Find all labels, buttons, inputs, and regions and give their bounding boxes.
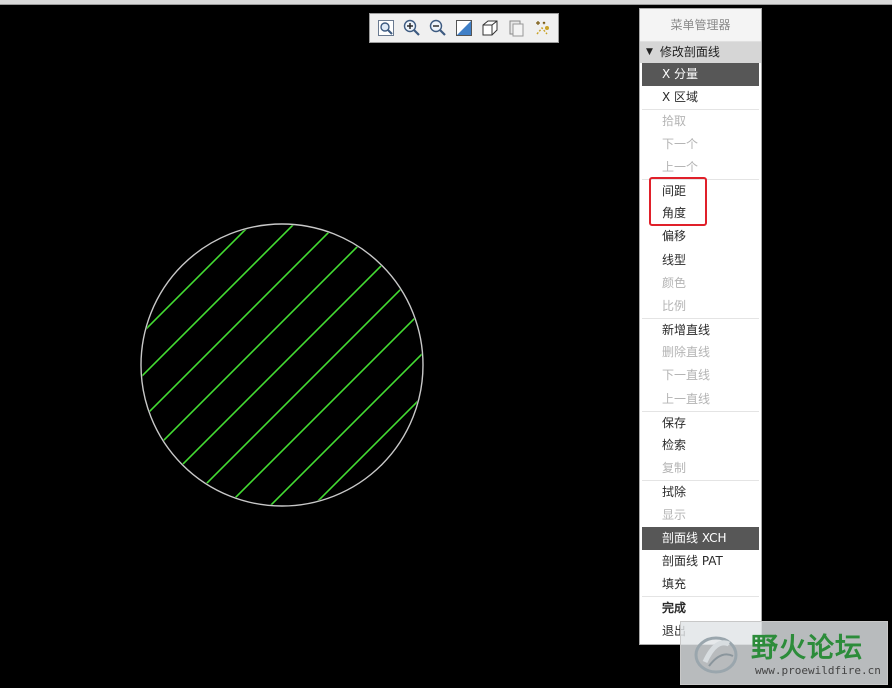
red-highlight-box	[649, 177, 707, 226]
zoom-fit-icon[interactable]	[374, 17, 397, 40]
menu-item-6-0[interactable]: 剖面线 XCH	[642, 526, 759, 550]
hatch-line	[142, 225, 419, 502]
hatch-line	[142, 225, 422, 505]
modify-hatch-label: 修改剖面线	[659, 45, 720, 59]
forum-watermark: 野火论坛 www.proewildfire.cn	[680, 621, 888, 685]
hatch-line	[142, 225, 422, 505]
menu-item-7-0[interactable]: 完成	[642, 596, 759, 619]
collapse-triangle-icon[interactable]: ▼	[646, 42, 653, 63]
view-toolbar	[369, 13, 559, 43]
menu-item-1-0: 拾取	[642, 109, 759, 132]
menu-item-3-1: 删除直线	[662, 345, 711, 360]
hatch-line	[145, 228, 422, 505]
menu-item-3-3: 上一直线	[662, 391, 711, 406]
saved-views-icon[interactable]	[504, 17, 527, 40]
menu-items: X 分量 X 区域 拾取 下一个 上一个 间距 角度 偏移 线型 颜色 比例 新增直线 删除直线 下一直线…	[640, 63, 761, 643]
forum-url: www.proewildfire.cn	[755, 664, 881, 677]
repaint-icon[interactable]	[452, 17, 475, 40]
menu-manager-title: 菜单管理器	[640, 9, 761, 42]
menu-item-5-0[interactable]: 拭除	[642, 480, 759, 503]
menu-item-5-1: 显示	[662, 507, 687, 522]
menu-item-4-2: 复制	[662, 461, 687, 476]
hatch-line	[142, 225, 354, 437]
hatch-line	[142, 225, 376, 459]
hide-datum-icon[interactable]	[530, 17, 553, 40]
menu-manager: 菜单管理器 ▼ 修改剖面线 X 分量 X 区域 拾取 下一个 上一个 间距 角度 偏移 线型 颜色…	[639, 8, 762, 645]
menu-item-2-5: 比例	[662, 298, 687, 313]
forum-title: 野火论坛	[751, 633, 863, 664]
menu-item-0-1[interactable]: X 区域	[640, 86, 761, 109]
menu-item-2-4: 颜色	[662, 275, 687, 290]
hatch-lines	[142, 225, 422, 505]
modify-hatch-header[interactable]: ▼ 修改剖面线	[640, 42, 761, 63]
menu-item-2-3[interactable]: 线型	[640, 249, 761, 272]
hatch-line	[142, 225, 422, 505]
menu-item-1-2: 上一个	[662, 159, 699, 174]
menu-item-1-1: 下一个	[662, 136, 699, 151]
hatch-line	[142, 225, 422, 505]
menu-item-6-1[interactable]: 剖面线 PAT	[640, 550, 761, 573]
menu-item-6-2[interactable]: 填充	[640, 573, 761, 596]
hatch-line	[210, 293, 422, 505]
hatch-line	[188, 271, 422, 505]
zoom-in-icon[interactable]	[400, 17, 423, 40]
hatch-line	[142, 225, 422, 505]
menu-item-3-2: 下一直线	[662, 368, 711, 383]
hatch-line	[142, 225, 397, 480]
forum-logo-icon	[694, 636, 738, 674]
menu-item-3-0[interactable]: 新增直线	[642, 318, 759, 341]
hatch-line	[167, 250, 422, 505]
zoom-out-icon[interactable]	[426, 17, 449, 40]
menu-item-2-2[interactable]: 偏移	[640, 225, 761, 248]
menu-item-4-1[interactable]: 检索	[640, 434, 761, 457]
menu-item-0-0[interactable]: X 分量	[642, 63, 759, 87]
menu-item-4-0[interactable]: 保存	[642, 410, 759, 434]
view-orient-icon[interactable]	[478, 17, 501, 40]
